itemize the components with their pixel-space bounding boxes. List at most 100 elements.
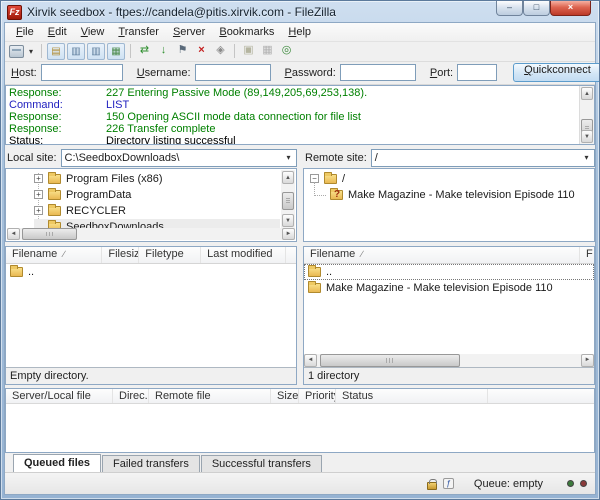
quickconnect-button[interactable]: Quickconnect bbox=[513, 63, 600, 82]
local-site-value: C:\SeedboxDownloads\ bbox=[62, 152, 281, 164]
toggle-message-log-icon[interactable]: ▤ bbox=[47, 43, 65, 60]
column-filename[interactable]: Filename∕ bbox=[304, 247, 580, 263]
find-icon[interactable]: ◎ bbox=[278, 43, 295, 59]
remote-tree: − / ? Make Magazine - Make television Ep… bbox=[303, 168, 595, 242]
tab-successful-transfers[interactable]: Successful transfers bbox=[201, 455, 322, 472]
scroll-right-icon[interactable]: ► bbox=[282, 228, 295, 240]
menu-help[interactable]: Help bbox=[281, 24, 318, 40]
process-queue-icon[interactable]: ↓ bbox=[155, 43, 172, 59]
transfer-queue: Server/Local file Direc... Remote file S… bbox=[5, 388, 595, 453]
local-site-combo[interactable]: C:\SeedboxDownloads\ ▾ bbox=[61, 149, 297, 167]
scroll-left-icon[interactable]: ◄ bbox=[7, 228, 20, 240]
local-list-status: Empty directory. bbox=[6, 367, 296, 384]
scroll-thumb[interactable] bbox=[22, 228, 77, 240]
column-status[interactable]: Status bbox=[336, 389, 488, 403]
menu-server[interactable]: Server bbox=[166, 24, 212, 40]
maximize-button[interactable]: □ bbox=[523, 1, 550, 16]
port-input[interactable] bbox=[457, 64, 497, 81]
log-line-type: Status: bbox=[9, 135, 106, 146]
local-tree-hscrollbar[interactable]: ◄ ► bbox=[7, 228, 295, 240]
local-tree-vscrollbar[interactable]: ▲ ▼ bbox=[281, 170, 295, 228]
scroll-down-icon[interactable]: ▼ bbox=[282, 214, 294, 227]
scroll-up-icon[interactable]: ▲ bbox=[282, 171, 294, 184]
indicator-icon[interactable]: ƒ bbox=[443, 478, 454, 489]
password-input[interactable] bbox=[340, 64, 416, 81]
titlebar[interactable]: Fz Xirvik seedbox - ftpes://candela@piti… bbox=[1, 1, 599, 23]
log-line-type: Response: bbox=[9, 123, 106, 135]
minimize-button[interactable]: – bbox=[496, 1, 523, 16]
client-area: File Edit View Transfer Server Bookmarks… bbox=[4, 22, 596, 495]
column-size[interactable]: Size bbox=[271, 389, 299, 403]
tree-item-recycler[interactable]: + RECYCLER bbox=[34, 203, 280, 219]
expand-icon[interactable]: + bbox=[34, 206, 43, 215]
combo-arrow-icon[interactable]: ▾ bbox=[281, 153, 296, 162]
menu-edit[interactable]: Edit bbox=[41, 24, 74, 40]
column-direction[interactable]: Direc... bbox=[113, 389, 149, 403]
column-filename[interactable]: Filename∕ bbox=[6, 247, 102, 263]
file-row-parent-dir[interactable]: .. bbox=[6, 264, 296, 280]
tree-item-root[interactable]: − / bbox=[310, 171, 592, 187]
remote-list-header: Filename∕ F bbox=[304, 247, 594, 264]
remote-site-combo[interactable]: / ▾ bbox=[371, 149, 595, 167]
remote-site-label: Remote site: bbox=[305, 152, 367, 164]
scroll-up-icon[interactable]: ▲ bbox=[581, 87, 593, 100]
column-filesize[interactable]: Filesize bbox=[102, 247, 139, 263]
tree-item-program-files-x86[interactable]: + Program Files (x86) bbox=[34, 171, 280, 187]
menu-file[interactable]: File bbox=[9, 24, 41, 40]
log-line-type: Response: bbox=[9, 87, 106, 99]
local-list-header: Filename∕ Filesize Filetype Last modifie… bbox=[6, 247, 296, 264]
remote-site-value: / bbox=[372, 152, 579, 164]
expand-icon[interactable]: + bbox=[34, 174, 43, 183]
toolbar: ▾ ▤ ▥ ▥ ▦ ⇄ ↓ ⚑ × ◈ ▣ ▦ ◎ bbox=[5, 42, 595, 62]
port-label: Port: bbox=[430, 67, 453, 79]
log-scrollbar[interactable]: ▲ ▼ bbox=[579, 86, 594, 145]
column-filetype[interactable]: Filetype bbox=[139, 247, 201, 263]
menu-view[interactable]: View bbox=[74, 24, 112, 40]
queue-tabs: Queued files Failed transfers Successful… bbox=[5, 453, 595, 472]
username-input[interactable] bbox=[195, 64, 271, 81]
host-label: Host: bbox=[11, 67, 37, 79]
menu-bookmarks[interactable]: Bookmarks bbox=[212, 24, 281, 40]
scroll-thumb[interactable] bbox=[320, 354, 460, 367]
tree-item-make-magazine[interactable]: ? Make Magazine - Make television Episod… bbox=[310, 187, 592, 203]
close-button[interactable]: × bbox=[550, 1, 591, 16]
filter-icon[interactable]: ▣ bbox=[240, 43, 257, 59]
scroll-right-icon[interactable]: ► bbox=[581, 354, 594, 367]
column-last-modified[interactable]: Last modified bbox=[201, 247, 286, 263]
tab-icon[interactable]: ⚑ bbox=[174, 43, 191, 59]
tab-queued-files[interactable]: Queued files bbox=[13, 454, 101, 472]
host-input[interactable] bbox=[41, 64, 123, 81]
site-manager-icon[interactable] bbox=[9, 45, 24, 58]
file-row-make-magazine[interactable]: Make Magazine - Make television Episode … bbox=[304, 280, 594, 296]
cancel-icon[interactable]: × bbox=[193, 43, 210, 59]
compare-icon[interactable]: ▦ bbox=[259, 43, 276, 59]
column-server-local-file[interactable]: Server/Local file bbox=[6, 389, 113, 403]
disconnect-icon[interactable]: ◈ bbox=[212, 43, 229, 59]
tree-item-programdata[interactable]: + ProgramData bbox=[34, 187, 280, 203]
column-filesize-truncated[interactable]: F bbox=[580, 247, 594, 263]
folder-icon bbox=[48, 206, 61, 216]
tab-failed-transfers[interactable]: Failed transfers bbox=[102, 455, 200, 472]
refresh-icon[interactable]: ⇄ bbox=[136, 43, 153, 59]
lock-icon[interactable] bbox=[427, 482, 437, 490]
file-row-parent-dir[interactable]: .. bbox=[304, 264, 594, 280]
activity-led-green-icon bbox=[567, 480, 574, 487]
combo-arrow-icon[interactable]: ▾ bbox=[579, 153, 594, 162]
toggle-local-tree-icon[interactable]: ▥ bbox=[67, 43, 85, 60]
remote-file-list: Filename∕ F .. Make Magazine - Make tele… bbox=[303, 246, 595, 385]
toggle-remote-tree-icon[interactable]: ▥ bbox=[87, 43, 105, 60]
toggle-queue-icon[interactable]: ▦ bbox=[107, 43, 125, 60]
queue-body[interactable] bbox=[6, 404, 594, 452]
column-remote-file[interactable]: Remote file bbox=[149, 389, 271, 403]
column-priority[interactable]: Priority bbox=[299, 389, 336, 403]
expand-icon[interactable]: + bbox=[34, 190, 43, 199]
scroll-thumb[interactable] bbox=[282, 192, 294, 210]
log-line: Response: 227 Entering Passive Mode (89,… bbox=[9, 87, 578, 99]
site-manager-dropdown-icon[interactable]: ▾ bbox=[26, 47, 36, 56]
remote-list-hscrollbar[interactable]: ◄ ► bbox=[304, 354, 594, 367]
filezilla-window: Fz Xirvik seedbox - ftpes://candela@piti… bbox=[0, 0, 600, 500]
sort-icon: ∕ bbox=[63, 249, 65, 259]
scroll-down-icon[interactable]: ▼ bbox=[581, 130, 593, 143]
menu-transfer[interactable]: Transfer bbox=[111, 24, 166, 40]
scroll-left-icon[interactable]: ◄ bbox=[304, 354, 317, 367]
